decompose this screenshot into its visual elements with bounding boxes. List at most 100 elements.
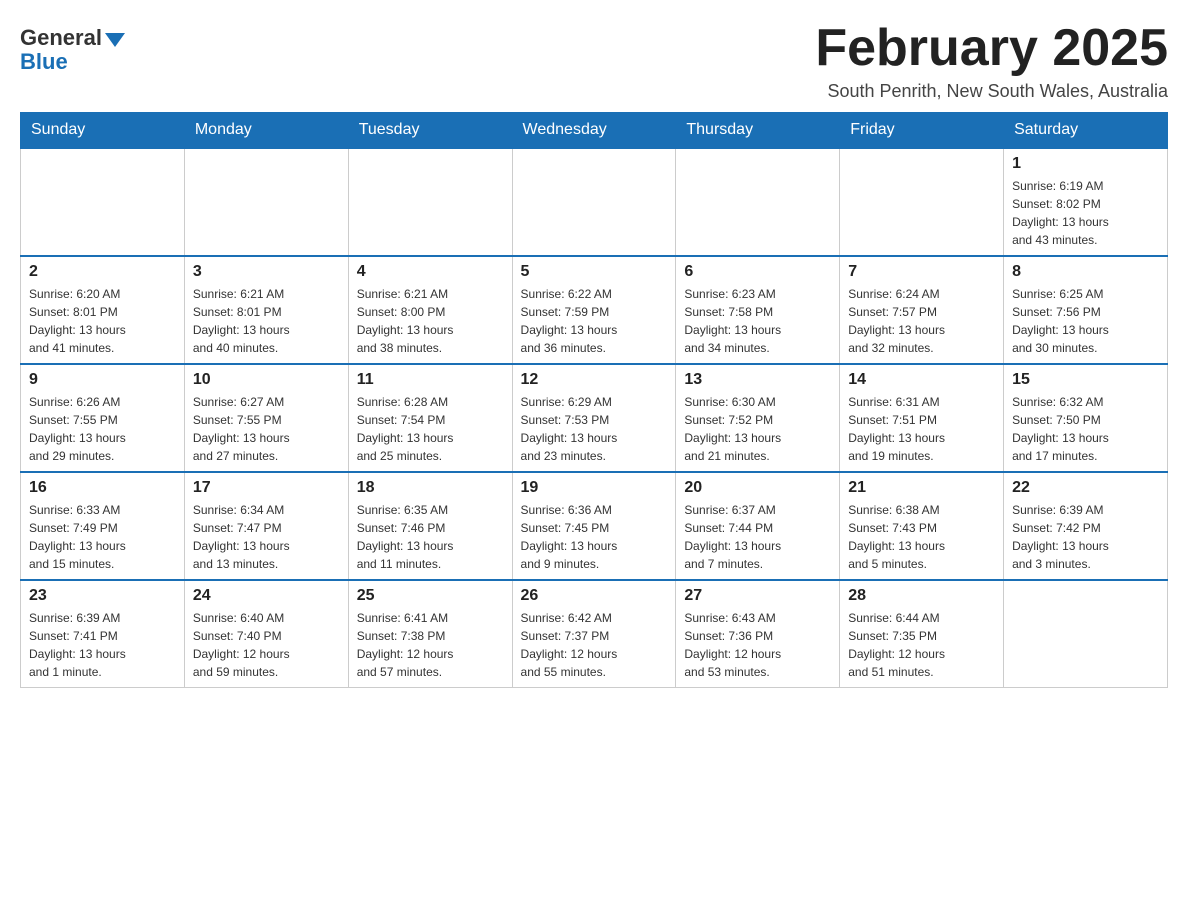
header-wednesday: Wednesday xyxy=(512,113,676,149)
day-info: Sunrise: 6:43 AM Sunset: 7:36 PM Dayligh… xyxy=(684,609,831,681)
day-number: 20 xyxy=(684,479,831,497)
logo-blue-text: Blue xyxy=(20,49,68,75)
calendar-day-cell: 25 Sunrise: 6:41 AM Sunset: 7:38 PM Dayli… xyxy=(348,580,512,688)
day-number: 10 xyxy=(193,371,340,389)
day-number: 19 xyxy=(521,479,668,497)
day-info: Sunrise: 6:35 AM Sunset: 7:46 PM Dayligh… xyxy=(357,501,504,573)
day-info: Sunrise: 6:27 AM Sunset: 7:55 PM Dayligh… xyxy=(193,393,340,465)
day-number: 21 xyxy=(848,479,995,497)
calendar-week-row: 16Sunrise: 6:33 AM Sunset: 7:49 PM Dayli… xyxy=(21,472,1168,580)
calendar-day-cell: 1 Sunrise: 6:19 AM Sunset: 8:02 PM Daylig… xyxy=(1004,148,1168,256)
day-number: 13 xyxy=(684,371,831,389)
calendar-day-cell: 6 Sunrise: 6:23 AM Sunset: 7:58 PM Daylig… xyxy=(676,256,840,364)
day-number: 7 xyxy=(848,263,995,281)
day-info: Sunrise: 6:41 AM Sunset: 7:38 PM Dayligh… xyxy=(357,609,504,681)
logo: General Blue xyxy=(20,20,125,75)
calendar-day-cell: 10 Sunrise: 6:27 AM Sunset: 7:55 PM Dayli… xyxy=(184,364,348,472)
day-info: Sunrise: 6:37 AM Sunset: 7:44 PM Dayligh… xyxy=(684,501,831,573)
calendar-day-cell xyxy=(1004,580,1168,688)
calendar-day-cell: 26Sunrise: 6:42 AM Sunset: 7:37 PM Dayli… xyxy=(512,580,676,688)
calendar-day-cell: 19 Sunrise: 6:36 AM Sunset: 7:45 PM Dayli… xyxy=(512,472,676,580)
calendar-day-cell: 27 Sunrise: 6:43 AM Sunset: 7:36 PM Dayli… xyxy=(676,580,840,688)
day-info: Sunrise: 6:36 AM Sunset: 7:45 PM Dayligh… xyxy=(521,501,668,573)
day-number: 23 xyxy=(29,587,176,605)
day-info: Sunrise: 6:21 AM Sunset: 8:01 PM Dayligh… xyxy=(193,285,340,357)
day-number: 14 xyxy=(848,371,995,389)
calendar-day-cell: 11Sunrise: 6:28 AM Sunset: 7:54 PM Dayli… xyxy=(348,364,512,472)
calendar-day-cell: 24 Sunrise: 6:40 AM Sunset: 7:40 PM Dayli… xyxy=(184,580,348,688)
calendar-day-cell xyxy=(21,148,185,256)
day-info: Sunrise: 6:23 AM Sunset: 7:58 PM Dayligh… xyxy=(684,285,831,357)
day-info: Sunrise: 6:40 AM Sunset: 7:40 PM Dayligh… xyxy=(193,609,340,681)
day-info: Sunrise: 6:31 AM Sunset: 7:51 PM Dayligh… xyxy=(848,393,995,465)
day-info: Sunrise: 6:39 AM Sunset: 7:41 PM Dayligh… xyxy=(29,609,176,681)
calendar-day-cell: 9 Sunrise: 6:26 AM Sunset: 7:55 PM Daylig… xyxy=(21,364,185,472)
calendar-week-row: 23 Sunrise: 6:39 AM Sunset: 7:41 PM Dayli… xyxy=(21,580,1168,688)
calendar-table: Sunday Monday Tuesday Wednesday Thursday… xyxy=(20,112,1168,688)
day-number: 4 xyxy=(357,263,504,281)
day-info: Sunrise: 6:44 AM Sunset: 7:35 PM Dayligh… xyxy=(848,609,995,681)
day-number: 2 xyxy=(29,263,176,281)
day-number: 3 xyxy=(193,263,340,281)
calendar-day-cell xyxy=(348,148,512,256)
day-number: 18 xyxy=(357,479,504,497)
day-info: Sunrise: 6:39 AM Sunset: 7:42 PM Dayligh… xyxy=(1012,501,1159,573)
day-number: 22 xyxy=(1012,479,1159,497)
calendar-day-cell xyxy=(840,148,1004,256)
day-number: 15 xyxy=(1012,371,1159,389)
day-info: Sunrise: 6:19 AM Sunset: 8:02 PM Dayligh… xyxy=(1012,177,1159,249)
day-number: 6 xyxy=(684,263,831,281)
day-number: 27 xyxy=(684,587,831,605)
day-number: 8 xyxy=(1012,263,1159,281)
header-saturday: Saturday xyxy=(1004,113,1168,149)
day-number: 26 xyxy=(521,587,668,605)
calendar-day-cell: 16Sunrise: 6:33 AM Sunset: 7:49 PM Dayli… xyxy=(21,472,185,580)
calendar-day-cell xyxy=(512,148,676,256)
calendar-day-cell: 12 Sunrise: 6:29 AM Sunset: 7:53 PM Dayli… xyxy=(512,364,676,472)
calendar-day-cell: 21 Sunrise: 6:38 AM Sunset: 7:43 PM Dayli… xyxy=(840,472,1004,580)
day-info: Sunrise: 6:25 AM Sunset: 7:56 PM Dayligh… xyxy=(1012,285,1159,357)
day-number: 5 xyxy=(521,263,668,281)
day-info: Sunrise: 6:38 AM Sunset: 7:43 PM Dayligh… xyxy=(848,501,995,573)
calendar-header-row: Sunday Monday Tuesday Wednesday Thursday… xyxy=(21,113,1168,149)
calendar-week-row: 9 Sunrise: 6:26 AM Sunset: 7:55 PM Daylig… xyxy=(21,364,1168,472)
calendar-day-cell xyxy=(184,148,348,256)
day-number: 28 xyxy=(848,587,995,605)
day-number: 1 xyxy=(1012,155,1159,173)
month-title: February 2025 xyxy=(815,20,1168,77)
calendar-day-cell: 7 Sunrise: 6:24 AM Sunset: 7:57 PM Daylig… xyxy=(840,256,1004,364)
calendar-day-cell: 8 Sunrise: 6:25 AM Sunset: 7:56 PM Daylig… xyxy=(1004,256,1168,364)
calendar-week-row: 2Sunrise: 6:20 AM Sunset: 8:01 PM Daylig… xyxy=(21,256,1168,364)
calendar-day-cell: 3 Sunrise: 6:21 AM Sunset: 8:01 PM Daylig… xyxy=(184,256,348,364)
page-header: General Blue February 2025 South Penrith… xyxy=(20,20,1168,102)
day-number: 25 xyxy=(357,587,504,605)
day-info: Sunrise: 6:21 AM Sunset: 8:00 PM Dayligh… xyxy=(357,285,504,357)
calendar-day-cell: 4 Sunrise: 6:21 AM Sunset: 8:00 PM Daylig… xyxy=(348,256,512,364)
day-info: Sunrise: 6:32 AM Sunset: 7:50 PM Dayligh… xyxy=(1012,393,1159,465)
calendar-day-cell: 2Sunrise: 6:20 AM Sunset: 8:01 PM Daylig… xyxy=(21,256,185,364)
day-number: 24 xyxy=(193,587,340,605)
calendar-day-cell: 18 Sunrise: 6:35 AM Sunset: 7:46 PM Dayli… xyxy=(348,472,512,580)
header-thursday: Thursday xyxy=(676,113,840,149)
day-info: Sunrise: 6:29 AM Sunset: 7:53 PM Dayligh… xyxy=(521,393,668,465)
calendar-day-cell: 23 Sunrise: 6:39 AM Sunset: 7:41 PM Dayli… xyxy=(21,580,185,688)
day-info: Sunrise: 6:26 AM Sunset: 7:55 PM Dayligh… xyxy=(29,393,176,465)
day-number: 9 xyxy=(29,371,176,389)
day-number: 17 xyxy=(193,479,340,497)
day-info: Sunrise: 6:22 AM Sunset: 7:59 PM Dayligh… xyxy=(521,285,668,357)
calendar-day-cell: 28 Sunrise: 6:44 AM Sunset: 7:35 PM Dayli… xyxy=(840,580,1004,688)
header-monday: Monday xyxy=(184,113,348,149)
header-tuesday: Tuesday xyxy=(348,113,512,149)
day-number: 16 xyxy=(29,479,176,497)
day-info: Sunrise: 6:28 AM Sunset: 7:54 PM Dayligh… xyxy=(357,393,504,465)
location: South Penrith, New South Wales, Australi… xyxy=(815,81,1168,102)
logo-arrow-icon xyxy=(105,33,125,47)
calendar-day-cell: 20 Sunrise: 6:37 AM Sunset: 7:44 PM Dayli… xyxy=(676,472,840,580)
calendar-day-cell: 13Sunrise: 6:30 AM Sunset: 7:52 PM Dayli… xyxy=(676,364,840,472)
logo-general-text: General xyxy=(20,25,125,51)
calendar-day-cell: 22 Sunrise: 6:39 AM Sunset: 7:42 PM Dayli… xyxy=(1004,472,1168,580)
day-number: 12 xyxy=(521,371,668,389)
title-area: February 2025 South Penrith, New South W… xyxy=(815,20,1168,102)
day-info: Sunrise: 6:34 AM Sunset: 7:47 PM Dayligh… xyxy=(193,501,340,573)
day-info: Sunrise: 6:24 AM Sunset: 7:57 PM Dayligh… xyxy=(848,285,995,357)
